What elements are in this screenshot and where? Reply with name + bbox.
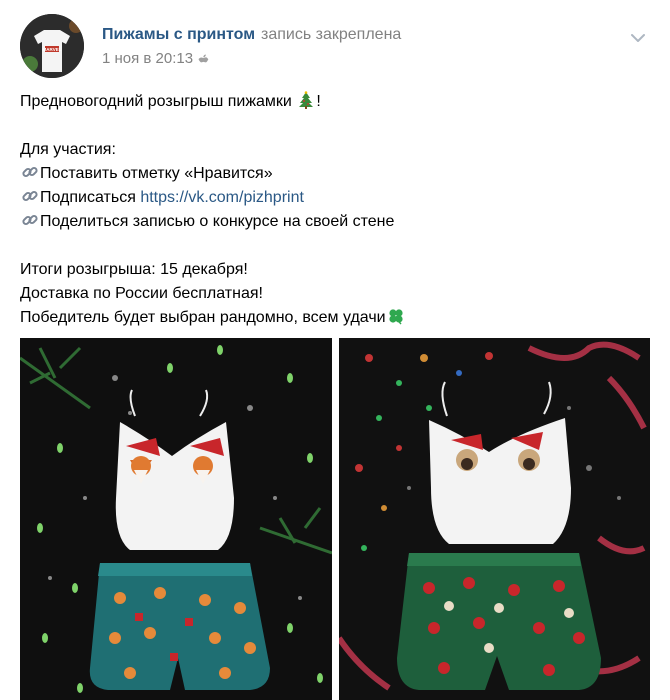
clover-icon <box>387 307 405 325</box>
post-title: Предновогодний розыгрыш пижамки <box>20 93 292 110</box>
step-line-1: Поставить отметку «Нравится» <box>20 162 650 186</box>
winner-line-row: Победитель будет выбран рандомно, всем у… <box>20 306 650 330</box>
christmas-tree-icon <box>297 91 315 109</box>
pinned-label: запись закреплена <box>261 26 402 43</box>
step-line-2: Подписаться https://vk.com/pizhprint <box>20 186 650 210</box>
post-header: Пижамы с принтом запись закреплена 1 ноя … <box>102 24 401 69</box>
subscribe-link[interactable]: https://vk.com/pizhprint <box>140 189 304 206</box>
link-icon <box>21 163 39 181</box>
chevron-down-icon[interactable] <box>626 26 650 50</box>
link-icon <box>21 211 39 229</box>
apple-icon <box>198 53 209 66</box>
post-date[interactable]: 1 ноя в 20:13 <box>102 49 193 69</box>
post-title-line: Предновогодний розыгрыш пижамки ! <box>20 90 650 114</box>
group-name-link[interactable]: Пижамы с принтом <box>102 26 255 43</box>
post-photo-fox-pajamas[interactable] <box>20 338 332 700</box>
step-text-1: Поставить отметку «Нравится» <box>40 165 273 182</box>
step-text-3: Поделиться записью о конкурсе на своей с… <box>40 213 395 230</box>
winner-line: Победитель будет выбран рандомно, всем у… <box>20 309 386 326</box>
avatar-logo-text: MARVEL <box>43 47 62 52</box>
post-text: Предновогодний розыгрыш пижамки ! Для уч… <box>20 90 650 330</box>
post-title-suffix: ! <box>316 93 321 110</box>
link-icon <box>21 187 39 205</box>
delivery-line: Доставка по России бесплатная! <box>20 285 263 302</box>
step-text-2: Подписаться <box>40 189 136 206</box>
participation-heading: Для участия: <box>20 141 116 158</box>
result-line: Итоги розыгрыша: 15 декабря! <box>20 261 248 278</box>
step-line-3: Поделиться записью о конкурсе на своей с… <box>20 210 650 234</box>
wall-post: MARVEL Пижамы с принтом запись закреплена… <box>0 0 670 700</box>
group-avatar[interactable]: MARVEL <box>20 14 84 78</box>
post-photo-pug-pajamas[interactable] <box>339 338 650 700</box>
